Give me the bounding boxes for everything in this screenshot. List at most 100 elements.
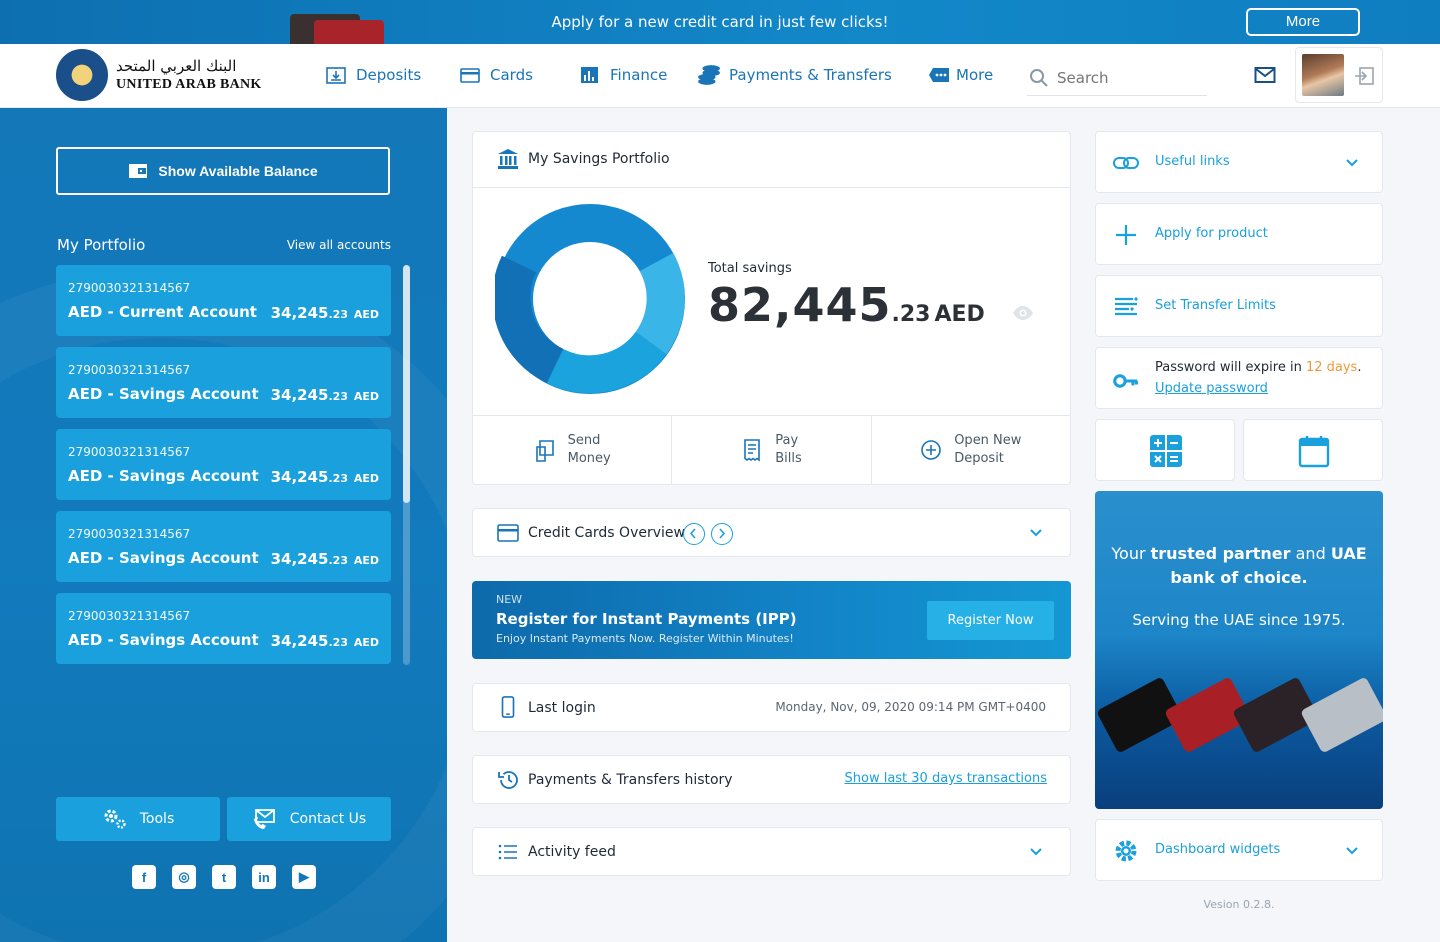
- nav-payments-transfers[interactable]: Payments & Transfers: [697, 64, 892, 86]
- useful-links-label: Useful links: [1155, 154, 1230, 169]
- logo-arabic-text: البنك العربي المتحد: [116, 57, 237, 75]
- view-all-accounts-link[interactable]: View all accounts: [250, 238, 391, 252]
- search-input[interactable]: [1057, 68, 1197, 87]
- nav-more[interactable]: More: [928, 64, 993, 86]
- logo-english-text: UNITED ARAB BANK: [116, 77, 262, 92]
- total-savings-label: Total savings: [708, 261, 792, 276]
- chevron-down-icon[interactable]: [1345, 158, 1359, 168]
- savings-donut-chart: [495, 204, 685, 394]
- version-text: Vesion 0.2.8.: [1203, 898, 1275, 911]
- password-expiry-text: Password will expire in 12 days.: [1155, 360, 1362, 375]
- mail-icon[interactable]: [1254, 66, 1276, 84]
- account-name: AED - Savings Account: [68, 631, 259, 649]
- credit-card-icon: [497, 524, 519, 542]
- next-card-button[interactable]: [711, 523, 733, 545]
- contact-icon: [253, 809, 275, 829]
- account-card[interactable]: 2790030321314567 AED - Savings Account 3…: [56, 593, 391, 664]
- send-money-button[interactable]: Send Money: [473, 416, 673, 484]
- ipp-promo-banner: NEW Register for Instant Payments (IPP) …: [472, 581, 1071, 659]
- apply-for-product-card[interactable]: Apply for product: [1095, 203, 1383, 265]
- savings-portfolio-card: My Savings Portfolio Total savings 82,44…: [472, 131, 1071, 485]
- banner-more-button[interactable]: More: [1246, 8, 1360, 36]
- register-now-button[interactable]: Register Now: [927, 601, 1054, 640]
- calculator-widget[interactable]: [1095, 419, 1235, 481]
- nav-more-label: More: [956, 66, 994, 84]
- account-number: 2790030321314567: [68, 527, 191, 541]
- wallet-icon: [129, 164, 148, 178]
- list-icon: [498, 844, 517, 860]
- pay-bills-button[interactable]: Pay Bills: [672, 416, 872, 484]
- more-icon: [929, 68, 949, 82]
- update-password-link[interactable]: Update password: [1155, 381, 1268, 396]
- account-list-scroll-thumb[interactable]: [403, 265, 410, 503]
- pay-bills-icon: [744, 439, 761, 462]
- account-name: AED - Savings Account: [68, 385, 259, 403]
- savings-header: My Savings Portfolio: [473, 132, 1070, 188]
- bank-advertisement[interactable]: Your trusted partner and UAE bank of cho…: [1095, 491, 1383, 809]
- account-card[interactable]: 2790030321314567 AED - Savings Account 3…: [56, 511, 391, 582]
- calendar-icon: [1298, 436, 1330, 468]
- coins-icon: [698, 65, 720, 85]
- open-deposit-line1: Open New: [954, 433, 1022, 448]
- chevron-down-icon[interactable]: [1029, 528, 1043, 538]
- contact-us-button[interactable]: Contact Us: [227, 797, 391, 841]
- twitter-icon[interactable]: t: [212, 865, 236, 889]
- promo-banner: Apply for a new credit card in just few …: [0, 0, 1440, 44]
- account-card[interactable]: 2790030321314567 AED - Current Account 3…: [56, 265, 391, 336]
- tools-button[interactable]: Tools: [56, 797, 220, 841]
- logout-icon[interactable]: [1354, 67, 1374, 85]
- ad-subline: Serving the UAE since 1975.: [1132, 611, 1346, 629]
- account-list: 2790030321314567 AED - Current Account 3…: [56, 265, 391, 675]
- history-icon: [498, 771, 518, 789]
- account-number: 2790030321314567: [68, 609, 191, 623]
- chevron-left-icon: [689, 528, 696, 539]
- account-number: 2790030321314567: [68, 281, 191, 295]
- account-balance: 34,245.23 AED: [270, 632, 379, 650]
- send-money-line1: Send: [567, 433, 601, 448]
- search-icon: [1030, 68, 1048, 87]
- deposits-icon: [326, 67, 346, 84]
- finance-icon: [581, 67, 598, 83]
- prev-card-button[interactable]: [683, 523, 705, 545]
- show-last-30-days-link[interactable]: Show last 30 days transactions: [845, 771, 1048, 786]
- facebook-icon[interactable]: f: [132, 865, 156, 889]
- account-balance: 34,245.23 AED: [270, 304, 379, 322]
- instagram-icon[interactable]: ◎: [172, 865, 196, 889]
- apply-for-product-label: Apply for product: [1155, 226, 1268, 241]
- transfer-limits-label: Set Transfer Limits: [1155, 298, 1276, 313]
- nav-deposits-label: Deposits: [356, 66, 422, 84]
- show-balance-button[interactable]: Show Available Balance: [56, 147, 390, 195]
- send-money-icon: [535, 440, 554, 462]
- nav-finance[interactable]: Finance: [580, 64, 667, 86]
- dashboard-widgets-card[interactable]: Dashboard widgets: [1095, 819, 1383, 881]
- bank-seal-icon: [56, 49, 108, 101]
- account-number: 2790030321314567: [68, 445, 191, 459]
- show-balance-label: Show Available Balance: [158, 163, 318, 179]
- ad-card-image: [1300, 676, 1383, 754]
- eye-icon[interactable]: [1012, 305, 1034, 321]
- transfer-limits-card[interactable]: Set Transfer Limits: [1095, 275, 1383, 337]
- avatar[interactable]: [1302, 54, 1344, 96]
- credit-cards-overview-card[interactable]: Credit Cards Overview: [472, 508, 1071, 557]
- open-deposit-button[interactable]: Open New Deposit: [872, 416, 1070, 484]
- account-card[interactable]: 2790030321314567 AED - Savings Account 3…: [56, 347, 391, 418]
- chevron-down-icon[interactable]: [1345, 846, 1359, 856]
- youtube-icon[interactable]: ▶: [292, 865, 316, 889]
- linkedin-icon[interactable]: in: [252, 865, 276, 889]
- chevron-down-icon[interactable]: [1029, 847, 1043, 857]
- account-name: AED - Savings Account: [68, 549, 259, 567]
- password-expiry-days: 12 days: [1305, 360, 1358, 375]
- pay-bills-line1: Pay: [775, 433, 799, 448]
- calculator-icon: [1150, 435, 1182, 467]
- bank-logo[interactable]: البنك العربي المتحد UNITED ARAB BANK: [56, 49, 266, 103]
- account-card[interactable]: 2790030321314567 AED - Savings Account 3…: [56, 429, 391, 500]
- activity-feed-card[interactable]: Activity feed: [472, 827, 1071, 876]
- nav-deposits[interactable]: Deposits: [326, 64, 421, 86]
- donut-segment-light: [635, 252, 685, 355]
- activity-feed-label: Activity feed: [528, 844, 616, 860]
- nav-cards[interactable]: Cards: [460, 64, 533, 86]
- useful-links-card[interactable]: Useful links: [1095, 131, 1383, 193]
- calendar-widget[interactable]: [1243, 419, 1383, 481]
- nav-cards-label: Cards: [490, 66, 533, 84]
- total-savings-amount: 82,445.23 AED: [708, 278, 985, 332]
